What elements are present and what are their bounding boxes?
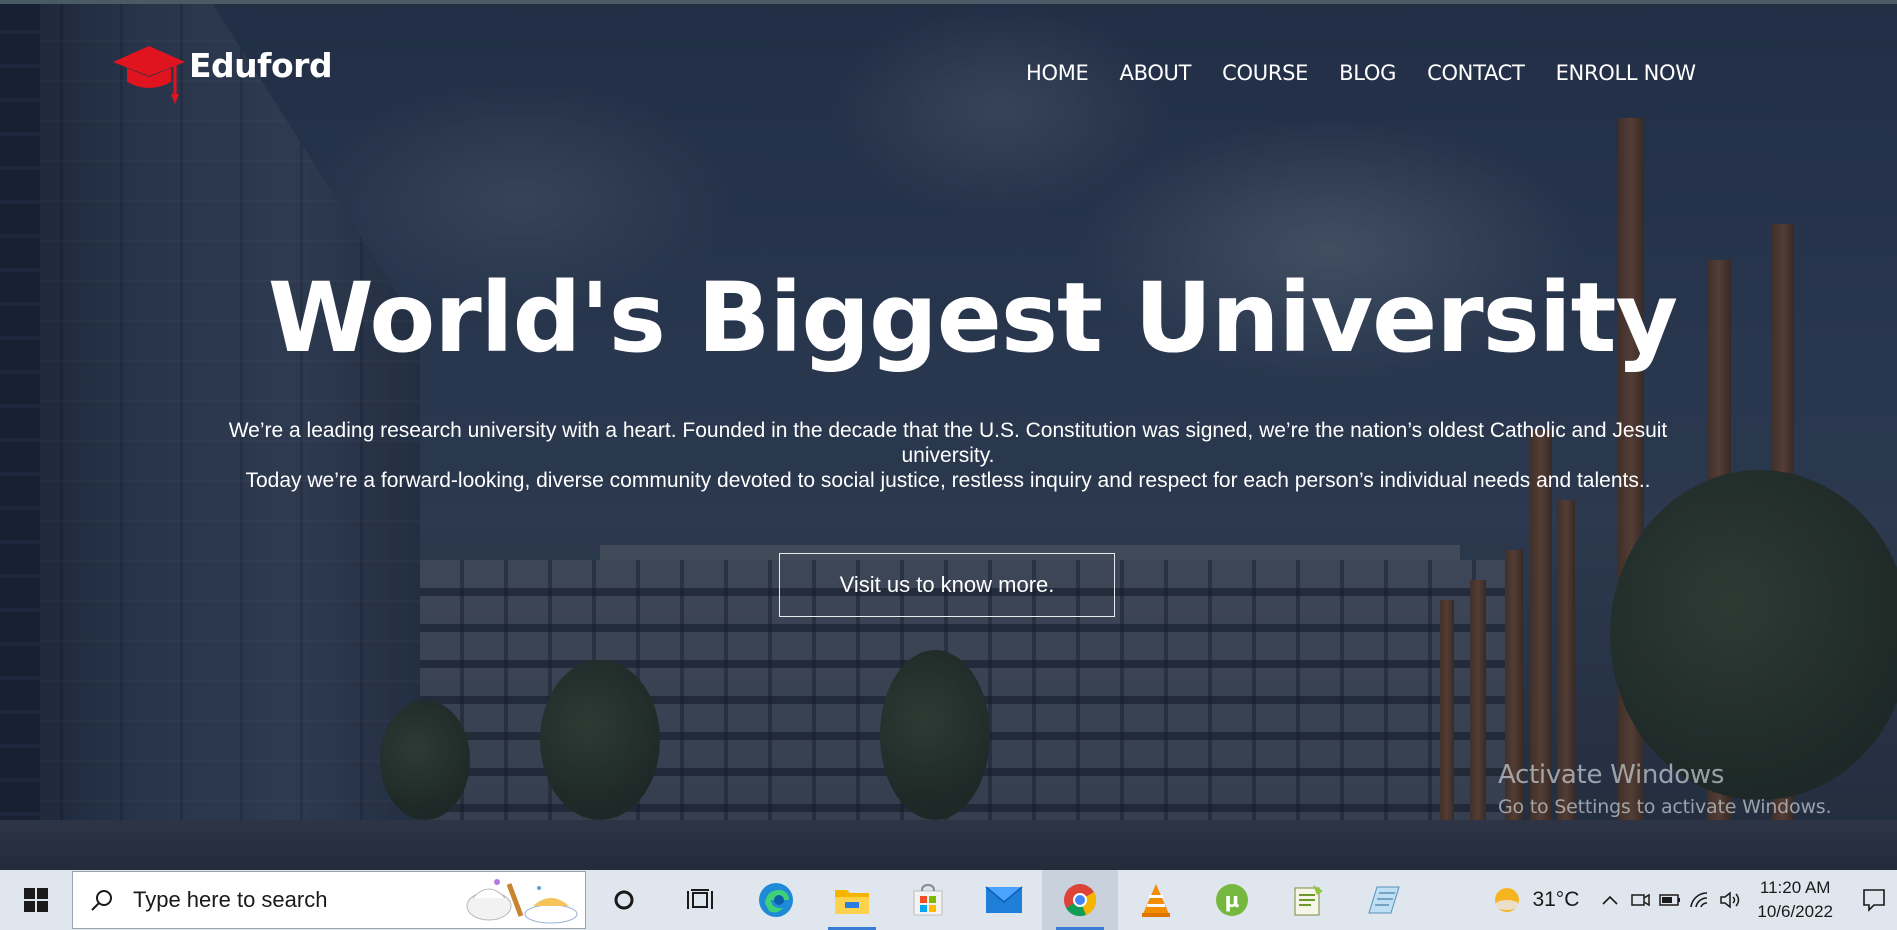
- utorrent-button[interactable]: µ: [1194, 870, 1270, 930]
- chrome-icon: [1064, 884, 1097, 917]
- watermark-subtitle: Go to Settings to activate Windows.: [1498, 796, 1832, 818]
- file-explorer-icon: [835, 890, 869, 914]
- mail-icon: [985, 886, 1023, 913]
- search-icon: [91, 890, 112, 911]
- watermark-title: Activate Windows: [1498, 760, 1725, 790]
- hero-description-line: university.: [901, 444, 995, 467]
- volume-button[interactable]: [1715, 870, 1745, 930]
- start-button[interactable]: [0, 870, 72, 930]
- battery-button[interactable]: [1655, 870, 1685, 930]
- task-view-icon: [687, 889, 713, 909]
- store-icon: [913, 883, 943, 916]
- main-nav: HOME ABOUT COURSE BLOG CONTACT ENROLL NO…: [1026, 61, 1696, 85]
- weather-temperature: 31°C: [1532, 888, 1580, 911]
- edge-button[interactable]: [738, 870, 814, 930]
- windows-logo-icon: [24, 888, 48, 912]
- vlc-button[interactable]: [1118, 870, 1194, 930]
- taskbar-search-box[interactable]: Type here to search: [72, 871, 586, 929]
- mail-button[interactable]: [966, 870, 1042, 930]
- chrome-button[interactable]: [1042, 870, 1118, 930]
- vlc-icon: [1142, 884, 1170, 917]
- wifi-icon: [1690, 892, 1708, 908]
- chevron-up-icon: [1602, 895, 1618, 905]
- nav-home[interactable]: HOME: [1026, 61, 1089, 85]
- nav-enroll-now[interactable]: ENROLL NOW: [1556, 61, 1696, 85]
- hero-title: World's Biggest University: [267, 262, 1678, 374]
- speaker-icon: [1720, 891, 1740, 909]
- clock-time: 11:20 AM: [1759, 878, 1831, 897]
- graduation-cap-icon: [113, 46, 185, 104]
- utorrent-icon: µ: [1216, 884, 1248, 916]
- window-top-border: [0, 0, 1897, 4]
- svg-text:µ: µ: [1225, 888, 1240, 912]
- weather-sun-icon: [1495, 888, 1520, 912]
- visit-us-button[interactable]: Visit us to know more.: [779, 553, 1115, 617]
- task-view-button[interactable]: [662, 870, 738, 930]
- cortana-button[interactable]: [586, 870, 662, 930]
- file-explorer-button[interactable]: [814, 870, 890, 930]
- network-button[interactable]: [1685, 870, 1715, 930]
- weather-widget[interactable]: 31°C: [1492, 885, 1579, 915]
- notepad-plus-button[interactable]: [1270, 870, 1346, 930]
- meet-now-button[interactable]: [1625, 870, 1655, 930]
- meet-now-icon: [1631, 893, 1651, 907]
- show-hidden-icons-button[interactable]: [1595, 870, 1625, 930]
- nav-course[interactable]: COURSE: [1222, 61, 1308, 85]
- activate-windows-watermark: Activate Windows Go to Settings to activ…: [1498, 760, 1832, 818]
- logo-text: Eduford: [189, 46, 333, 85]
- search-placeholder: Type here to search: [133, 887, 328, 912]
- system-tray: 31°C 11:20 AM 10/6/2022: [1492, 870, 1897, 930]
- notes-icon: [1368, 886, 1400, 914]
- taskbar-clock[interactable]: 11:20 AM 10/6/2022: [1757, 876, 1833, 924]
- search-highlight-illustration-icon: [466, 879, 578, 924]
- hero-description-line: Today we’re a forward-looking, diverse c…: [245, 469, 1651, 492]
- clock-date: 10/6/2022: [1757, 902, 1833, 921]
- nav-blog[interactable]: BLOG: [1339, 61, 1396, 85]
- windows-taskbar: Type here to search µ 31°C 11:20 AM 10/6…: [0, 870, 1897, 930]
- battery-icon: [1659, 894, 1681, 906]
- edge-icon: [759, 883, 793, 917]
- hero-description: We’re a leading research university with…: [132, 418, 1764, 493]
- notification-icon: [1863, 889, 1885, 912]
- store-button[interactable]: [890, 870, 966, 930]
- nav-contact[interactable]: CONTACT: [1427, 61, 1525, 85]
- notifications-button[interactable]: [1851, 870, 1897, 930]
- notepad-plus-icon: [1294, 885, 1323, 916]
- notes-button[interactable]: [1346, 870, 1422, 930]
- cortana-icon: [614, 890, 634, 910]
- hero-description-line: We’re a leading research university with…: [228, 419, 1668, 442]
- nav-about[interactable]: ABOUT: [1120, 61, 1192, 85]
- site-logo[interactable]: Eduford: [113, 44, 333, 106]
